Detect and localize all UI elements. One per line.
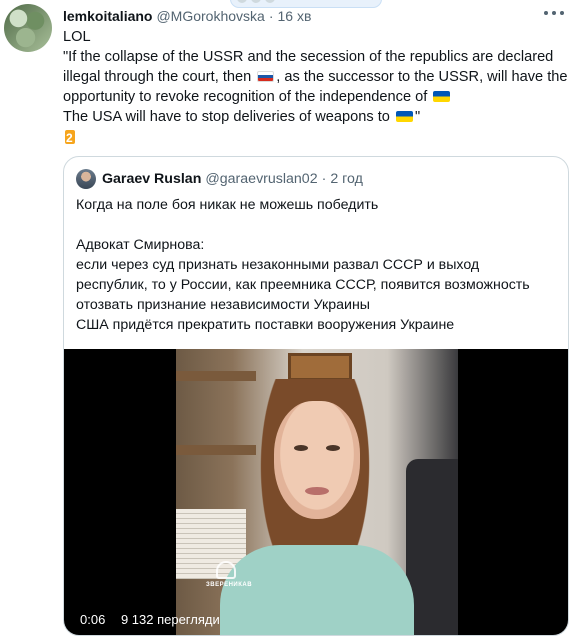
quote-line: Адвокат Смирнова: bbox=[76, 237, 205, 253]
header-separator: · bbox=[268, 8, 274, 24]
bell-icon bbox=[216, 561, 236, 579]
more-dot bbox=[552, 11, 556, 15]
quote-blank-line bbox=[76, 215, 560, 235]
tweet-line-part: The USA will have to stop deliveries of … bbox=[63, 109, 390, 125]
quote-author-handle: @garaevruslan02 bbox=[205, 171, 318, 187]
flag-russia-icon bbox=[257, 71, 275, 82]
tweet-time[interactable]: 16 хв bbox=[278, 8, 312, 24]
video-views: 9 132 перегляди bbox=[120, 612, 220, 627]
tweet-line-part: opportunity to revoke recognition of the… bbox=[63, 89, 428, 105]
video-duration: 0:06 bbox=[80, 612, 106, 627]
pill-avatar-icon bbox=[237, 0, 247, 3]
tweet-line bbox=[63, 127, 573, 151]
tweet-text: LOL "If the collapse of the USSR and the… bbox=[63, 27, 573, 151]
quote-line: отозвать признание независимости Украины bbox=[76, 297, 370, 313]
video-frame: ЗВЕРЕНИКАВ bbox=[176, 349, 458, 635]
flag-ukraine-icon bbox=[395, 111, 413, 122]
quote-time: 2 год bbox=[330, 171, 363, 187]
shelf bbox=[176, 371, 256, 381]
tweet-line: "If the collapse of the USSR and the sec… bbox=[63, 49, 554, 65]
flag-ukraine-icon bbox=[433, 91, 451, 102]
pill-avatar-icon bbox=[265, 0, 275, 3]
tweet-line-part: , as the successor to the USSR, will hav… bbox=[276, 69, 568, 85]
eye bbox=[294, 445, 308, 451]
watermark-text: ЗВЕРЕНИКАВ bbox=[206, 582, 253, 588]
tweet-line-part: " bbox=[414, 109, 421, 125]
more-dot bbox=[544, 11, 548, 15]
pill-avatar-icon bbox=[251, 0, 261, 3]
tweet-header: lemkoitaliano @MGorokhovska · 16 хв bbox=[63, 6, 311, 26]
watermark-logo: ЗВЕРЕНИКАВ bbox=[206, 561, 253, 591]
author-avatar[interactable] bbox=[4, 4, 52, 52]
quote-header: Garaev Ruslan @garaevruslan02 · 2 год bbox=[102, 169, 363, 189]
quote-line: Когда на поле боя никак не можешь победи… bbox=[76, 197, 379, 213]
author-name[interactable]: lemkoitaliano bbox=[63, 8, 152, 24]
quote-separator: · bbox=[321, 171, 327, 187]
quote-line: США придётся прекратить поставки вооруже… bbox=[76, 317, 455, 333]
quote-author-avatar bbox=[76, 169, 96, 189]
quote-text: Когда на поле боя никак не можешь победи… bbox=[76, 195, 560, 335]
video-info: 0:06 9 132 перегляди bbox=[80, 612, 220, 627]
keycap-two-icon bbox=[63, 128, 77, 148]
person-shirt bbox=[220, 545, 414, 635]
tweet-line: illegal through the court, then , as the… bbox=[63, 67, 573, 87]
video-player[interactable]: ЗВЕРЕНИКАВ 0:06 9 132 перегляди bbox=[64, 349, 568, 635]
picture-frame bbox=[288, 353, 352, 381]
tweet-line: opportunity to revoke recognition of the… bbox=[63, 87, 573, 107]
mouth bbox=[305, 487, 329, 495]
tweet-line: LOL bbox=[63, 29, 91, 45]
author-handle[interactable]: @MGorokhovska bbox=[156, 8, 264, 24]
quote-line: если через суд признать незаконными разв… bbox=[76, 257, 480, 273]
more-dot bbox=[560, 11, 564, 15]
more-options-icon[interactable] bbox=[544, 5, 564, 21]
quoted-tweet[interactable]: Garaev Ruslan @garaevruslan02 · 2 год Ко… bbox=[63, 156, 569, 636]
tweet-line-part: illegal through the court, then bbox=[63, 69, 252, 85]
tweet-line: The USA will have to stop deliveries of … bbox=[63, 107, 573, 127]
shelf bbox=[176, 445, 256, 455]
eye bbox=[326, 445, 340, 451]
quote-line: республик, то у России, как преемника СС… bbox=[76, 277, 530, 293]
person-face bbox=[274, 401, 360, 519]
quote-author-name: Garaev Ruslan bbox=[102, 171, 202, 187]
